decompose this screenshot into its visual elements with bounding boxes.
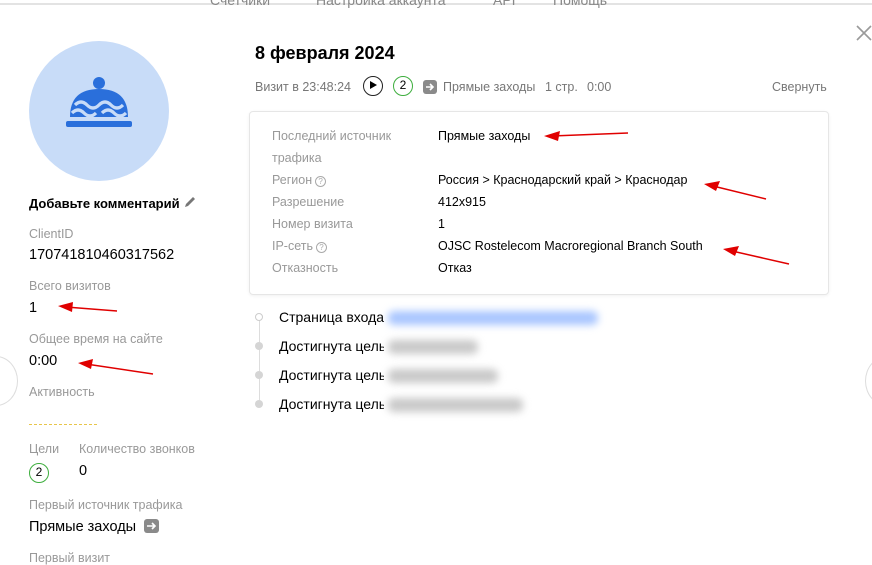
annotation-arrows	[58, 131, 790, 375]
